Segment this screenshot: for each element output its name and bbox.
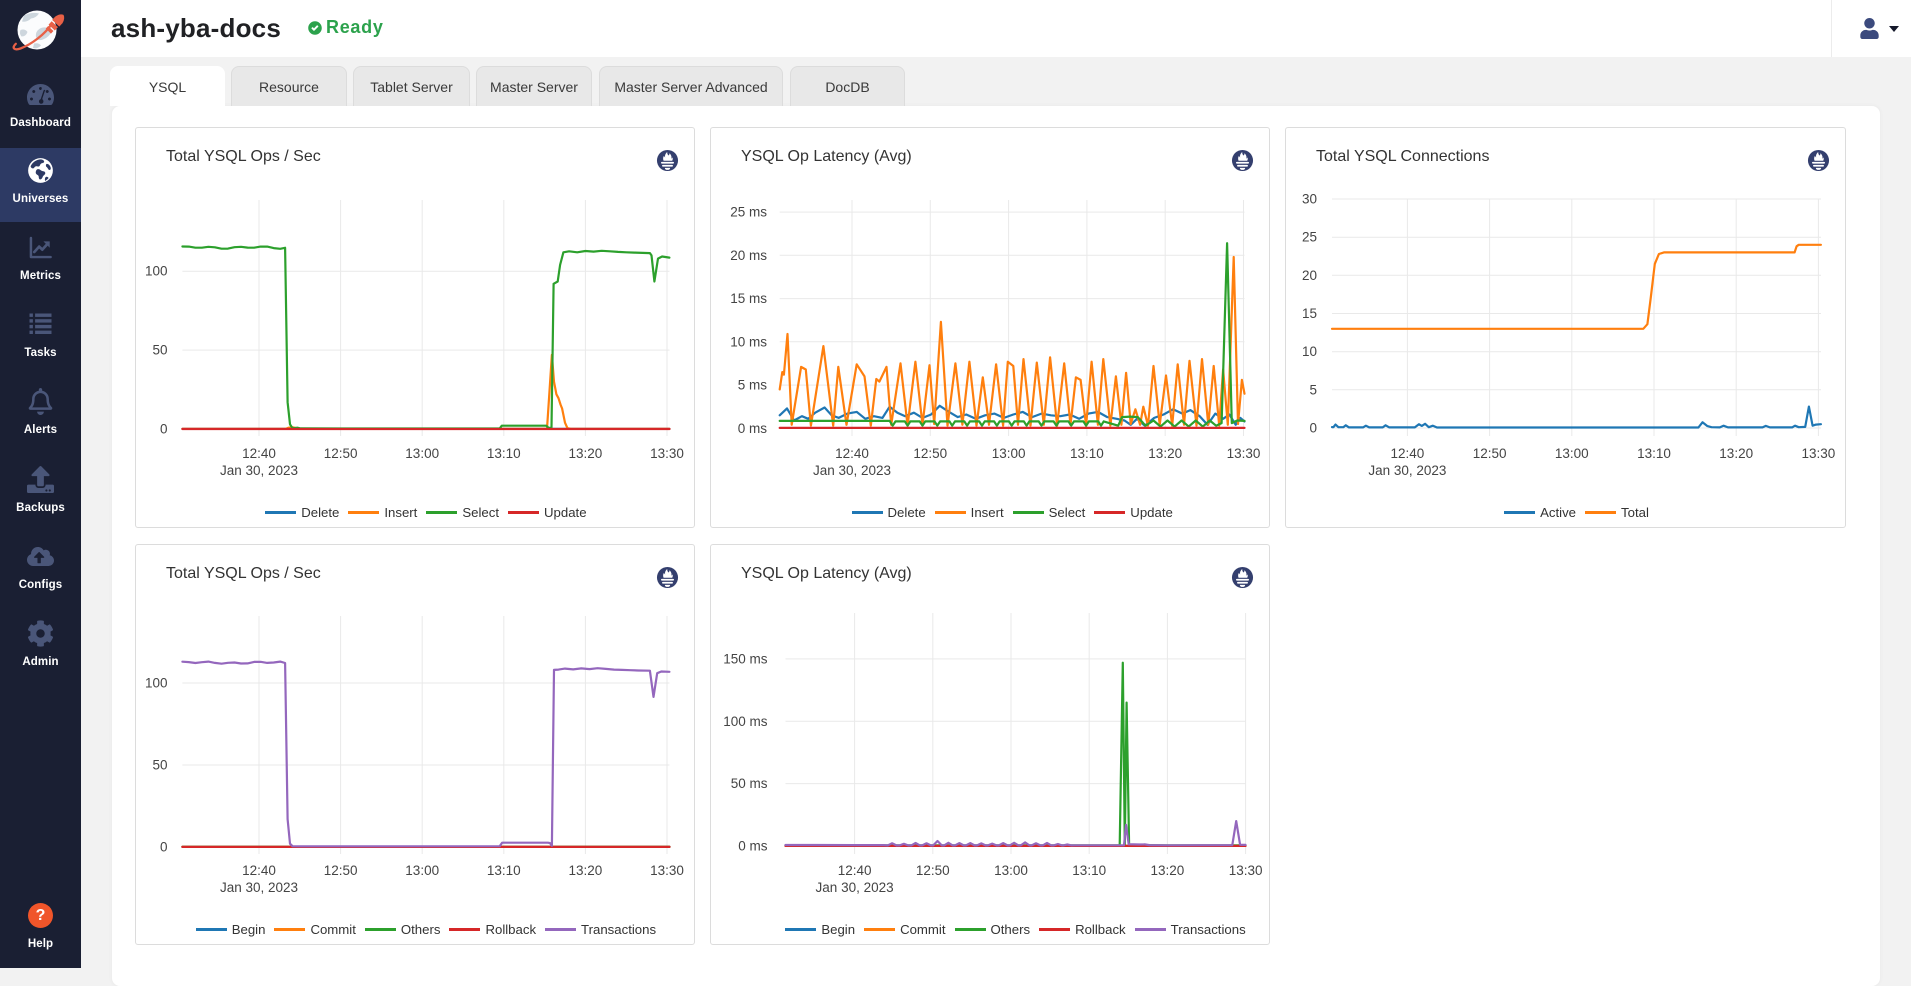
svg-text:100: 100 [145, 676, 168, 691]
svg-text:13:00: 13:00 [1555, 446, 1589, 461]
svg-text:12:40: 12:40 [242, 446, 276, 461]
svg-text:12:40: 12:40 [242, 863, 276, 878]
svg-text:50 ms: 50 ms [731, 776, 768, 791]
svg-text:13:20: 13:20 [569, 863, 603, 878]
svg-text:13:30: 13:30 [650, 863, 684, 878]
svg-text:13:10: 13:10 [1070, 446, 1104, 461]
svg-text:12:40: 12:40 [1391, 446, 1425, 461]
svg-text:Jan 30, 2023: Jan 30, 2023 [220, 880, 298, 895]
svg-text:5: 5 [1309, 382, 1317, 397]
svg-text:15 ms: 15 ms [730, 291, 767, 306]
svg-text:13:20: 13:20 [1148, 446, 1182, 461]
svg-text:13:10: 13:10 [1637, 446, 1671, 461]
svg-text:0 ms: 0 ms [738, 421, 768, 436]
svg-text:10 ms: 10 ms [730, 334, 767, 349]
svg-text:50: 50 [152, 758, 167, 773]
svg-text:13:30: 13:30 [1227, 446, 1261, 461]
svg-text:0 ms: 0 ms [738, 839, 768, 854]
svg-text:100: 100 [145, 264, 168, 279]
svg-text:0: 0 [160, 422, 168, 437]
svg-text:25 ms: 25 ms [730, 205, 767, 220]
svg-text:20: 20 [1302, 268, 1317, 283]
svg-text:12:50: 12:50 [1473, 446, 1507, 461]
svg-text:12:50: 12:50 [913, 446, 947, 461]
svg-text:15: 15 [1302, 306, 1317, 321]
svg-text:0: 0 [1309, 421, 1317, 436]
svg-text:Jan 30, 2023: Jan 30, 2023 [813, 463, 891, 478]
svg-text:30: 30 [1302, 192, 1317, 207]
svg-text:Jan 30, 2023: Jan 30, 2023 [816, 880, 894, 895]
svg-text:Jan 30, 2023: Jan 30, 2023 [220, 463, 298, 478]
svg-text:13:20: 13:20 [569, 446, 603, 461]
svg-text:12:50: 12:50 [324, 863, 358, 878]
svg-text:0: 0 [160, 840, 168, 855]
svg-text:13:00: 13:00 [405, 446, 439, 461]
svg-text:13:10: 13:10 [487, 863, 521, 878]
svg-text:12:40: 12:40 [838, 863, 872, 878]
svg-text:5 ms: 5 ms [738, 378, 768, 393]
svg-text:13:00: 13:00 [994, 863, 1028, 878]
svg-text:13:30: 13:30 [1802, 446, 1836, 461]
svg-text:Jan 30, 2023: Jan 30, 2023 [1368, 463, 1446, 478]
svg-text:10: 10 [1302, 344, 1317, 359]
svg-text:13:30: 13:30 [1229, 863, 1263, 878]
svg-text:13:10: 13:10 [1072, 863, 1106, 878]
svg-text:13:00: 13:00 [405, 863, 439, 878]
svg-text:12:40: 12:40 [835, 446, 869, 461]
svg-text:13:20: 13:20 [1719, 446, 1753, 461]
svg-text:13:00: 13:00 [992, 446, 1026, 461]
svg-text:13:20: 13:20 [1151, 863, 1185, 878]
svg-text:25: 25 [1302, 230, 1317, 245]
svg-text:50: 50 [152, 343, 167, 358]
svg-text:100 ms: 100 ms [723, 714, 768, 729]
svg-text:13:30: 13:30 [650, 446, 684, 461]
svg-text:13:10: 13:10 [487, 446, 521, 461]
svg-text:20 ms: 20 ms [730, 248, 767, 263]
svg-text:12:50: 12:50 [324, 446, 358, 461]
svg-text:150 ms: 150 ms [723, 651, 768, 666]
svg-text:12:50: 12:50 [916, 863, 950, 878]
